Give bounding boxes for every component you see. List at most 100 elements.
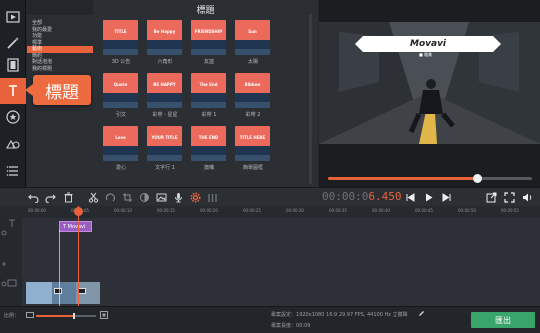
video-editor-window: 全部 我的最愛 功能 標準 藝術 簡約 對話泡泡 我的標題 標題 TITLE 3D 公告 Be H… — [0, 0, 540, 333]
thumbnail-text: FRIENDSHIP — [194, 29, 223, 34]
settings-gear-icon[interactable] — [190, 191, 201, 204]
previous-frame-icon[interactable] — [405, 191, 416, 204]
zoom-label: 比例： — [4, 313, 20, 319]
project-settings-value: 1920x1080 16:9 29.97 FPS, 44100 Hz 立體聲 — [296, 312, 408, 318]
zoom-slider-handle[interactable] — [73, 313, 76, 319]
film-strip-icon[interactable] — [0, 52, 26, 78]
ruler-tick-label: 00:00:50 — [458, 208, 476, 213]
video-clip-segment — [26, 282, 52, 304]
title-thumbnail[interactable]: Quote — [103, 73, 138, 108]
thumbnail-text: TITLE — [114, 29, 127, 34]
title-thumbnail[interactable]: Sun — [235, 20, 270, 55]
import-media-icon[interactable] — [0, 4, 26, 30]
title-clip[interactable]: T Movavi — [59, 221, 92, 232]
title-thumbnail[interactable]: THE END — [191, 126, 226, 161]
delete-icon[interactable] — [63, 191, 74, 204]
microphone-icon[interactable] — [173, 191, 184, 204]
rotate-icon[interactable] — [105, 191, 116, 204]
playback-progress-fill — [328, 177, 477, 180]
ruler-tick-label: 00:00:35 — [329, 208, 347, 213]
equalizer-icon[interactable] — [207, 191, 218, 204]
thumbnail-ground — [235, 146, 270, 161]
title-thumbnail-label: 太陽 — [247, 59, 258, 65]
title-thumbnail[interactable]: TITLE — [103, 20, 138, 55]
edit-toolbar: 00:00:06.450 — [0, 187, 540, 206]
title-thumbnail-label: 簡單圓框 — [242, 165, 263, 171]
title-gallery: 標題 TITLE 3D 公告 Be Happy 六角形 FRIENDSHIP 友誼 Sun 太… — [93, 0, 318, 187]
thumbnail-ground — [147, 146, 182, 161]
thumbnail-ground — [191, 40, 226, 55]
undo-icon[interactable] — [28, 191, 39, 204]
zoom-slider[interactable] — [36, 313, 96, 319]
more-menu-icon[interactable] — [0, 158, 26, 184]
edit-settings-pencil-icon[interactable] — [418, 310, 425, 317]
title-thumbnail-label: 旗幟 — [203, 165, 214, 171]
project-settings-label: 專案設定： — [271, 312, 297, 318]
thumbnail-ground — [103, 146, 138, 161]
detach-preview-icon[interactable] — [486, 191, 497, 204]
fullscreen-icon[interactable] — [504, 191, 515, 204]
play-icon[interactable] — [423, 191, 434, 204]
video-clip[interactable] — [26, 282, 100, 304]
title-thumbnail-label: 引文 — [115, 112, 126, 118]
ruler-tick-label: 00:00:00 — [28, 208, 46, 213]
category-item[interactable]: 我的標題 — [27, 66, 93, 73]
volume-icon[interactable] — [522, 191, 533, 204]
scrubber-handle[interactable] — [472, 174, 482, 183]
thumbnail-text: THE END — [198, 135, 219, 140]
image-icon[interactable] — [156, 191, 167, 204]
titles-callout: 標題 — [25, 75, 91, 105]
gallery-scrollbar[interactable] — [309, 14, 312, 184]
thumbnail-ground — [235, 40, 270, 55]
title-thumbnail-label: 彩帶 - 星星 — [152, 112, 178, 118]
title-clip-label: Movavi — [67, 223, 86, 230]
ruler-tick-label: 00:00:20 — [200, 208, 218, 213]
title-thumbnail[interactable]: TITLE HERE — [235, 126, 270, 161]
zoom-out-icon[interactable] — [26, 311, 34, 319]
color-adjust-icon[interactable] — [139, 191, 150, 204]
star-stickers-icon[interactable] — [0, 104, 26, 130]
title-thumbnail[interactable]: Be Happy — [147, 20, 182, 55]
export-button[interactable]: 匯出 — [471, 312, 535, 328]
title-thumbnail[interactable]: Ribbon — [235, 73, 270, 108]
cut-icon[interactable] — [88, 191, 99, 204]
track-header-gutter — [0, 218, 22, 306]
next-frame-icon[interactable] — [441, 191, 452, 204]
ruler-tick-label: 00:00:45 — [415, 208, 433, 213]
timeline-area[interactable]: T Movavi — [0, 218, 540, 306]
thumbnail-text: TITLE HERE — [239, 135, 266, 140]
thumbnail-text: The End — [199, 82, 218, 87]
redo-icon[interactable] — [45, 191, 56, 204]
crop-icon[interactable] — [122, 191, 133, 204]
status-bar: 比例： 專案設定：1920x1080 16:9 29.97 FPS, 44100… — [0, 306, 540, 333]
titles-icon[interactable] — [0, 78, 26, 104]
shapes-icon[interactable] — [0, 130, 26, 156]
track-header-icons — [1, 219, 17, 287]
thumbnail-text: Be Happy — [153, 29, 176, 34]
title-thumbnail[interactable]: YOUR TITLE — [147, 126, 182, 161]
ruler-tick-label: 00:00:55 — [501, 208, 519, 213]
title-thumbnail[interactable]: BE HAPPY — [147, 73, 182, 108]
title-thumbnail[interactable]: The End — [191, 73, 226, 108]
title-thumbnail-label: 文字行 1 — [155, 165, 175, 171]
title-thumbnail[interactable]: FRIENDSHIP — [191, 20, 226, 55]
timecode-prefix: 00:00:0 — [322, 190, 369, 203]
title-banner[interactable]: Movavi — [355, 36, 501, 52]
thumbnail-text: YOUR TITLE — [151, 135, 178, 140]
playhead-handle[interactable] — [74, 207, 83, 216]
thumbnail-ground — [235, 93, 270, 108]
preview-player[interactable]: Movavi ■ 雅美 — [319, 22, 540, 144]
zoom-slider-fill — [36, 315, 74, 317]
zoom-in-icon[interactable] — [100, 311, 108, 319]
title-thumbnail-label: 彩帶 1 — [201, 112, 217, 118]
thumbnail-ground — [103, 40, 138, 55]
title-thumbnail-label: 3D 公告 — [111, 59, 131, 65]
project-length-label: 專案長度： — [271, 323, 297, 329]
thumbnail-text: Ribbon — [244, 82, 261, 87]
title-thumbnail-label: 六角形 — [157, 59, 173, 65]
playhead-line[interactable] — [78, 206, 79, 306]
title-thumbnail[interactable]: Love — [103, 126, 138, 161]
thumbnail-ground — [191, 146, 226, 161]
playback-scrubber[interactable] — [328, 174, 532, 183]
title-subtitle: ■ 雅美 — [419, 52, 433, 57]
